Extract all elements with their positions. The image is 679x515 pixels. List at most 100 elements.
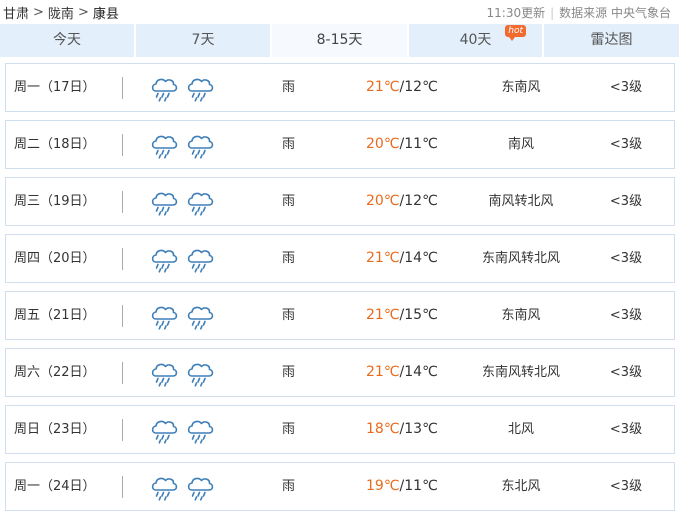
tab-label: 雷达图 bbox=[590, 32, 633, 48]
forecast-day: 周二（18日） bbox=[14, 137, 96, 152]
rain-icon bbox=[187, 420, 214, 444]
tab-40day[interactable]: 40天 hot bbox=[409, 24, 544, 57]
temperature: 21℃/15℃ bbox=[366, 292, 438, 339]
row-divider bbox=[122, 362, 123, 384]
hot-badge: hot bbox=[505, 25, 526, 41]
wind-level: <3级 bbox=[609, 365, 643, 380]
rain-icon bbox=[187, 78, 214, 102]
update-meta: 11:30更新 | 数据来源 中央气象台 bbox=[487, 4, 671, 21]
rain-icon bbox=[151, 420, 178, 444]
temp-high: 21℃ bbox=[366, 79, 400, 95]
forecast-day: 周四（20日） bbox=[14, 251, 96, 266]
temp-low: /15℃ bbox=[399, 307, 438, 323]
breadcrumb-city-link[interactable]: 陇南 bbox=[48, 7, 74, 22]
temperature: 18℃/13℃ bbox=[366, 406, 438, 453]
weather-icons bbox=[149, 187, 229, 217]
wind-direction: 东南风转北风 bbox=[481, 251, 560, 266]
rain-icon bbox=[151, 249, 178, 273]
data-source: 数据来源 中央气象台 bbox=[559, 6, 671, 20]
temp-low: /11℃ bbox=[399, 478, 438, 494]
row-divider bbox=[122, 191, 123, 213]
wind-direction: 南风 bbox=[507, 137, 534, 152]
temp-low: /13℃ bbox=[399, 421, 438, 437]
row-divider bbox=[122, 77, 123, 99]
weather-icons bbox=[149, 415, 229, 445]
wind-direction: 东南风 bbox=[501, 308, 541, 323]
rain-icon bbox=[151, 192, 178, 216]
forecast-row: 周三（19日） 雨 20℃/12℃ 南风转北风 <3级 bbox=[5, 177, 675, 226]
tab-8-15day[interactable]: 8-15天 bbox=[272, 24, 409, 57]
rain-icon bbox=[151, 135, 178, 159]
rain-icon bbox=[151, 363, 178, 387]
meta-divider: | bbox=[550, 6, 555, 20]
top-bar: 甘肃 > 陇南 > 康县 11:30更新 | 数据来源 中央气象台 bbox=[0, 0, 679, 24]
breadcrumb: 甘肃 > 陇南 > 康县 bbox=[3, 3, 119, 22]
temp-low: /14℃ bbox=[399, 364, 438, 380]
weather-icons bbox=[149, 301, 229, 331]
temp-high: 21℃ bbox=[366, 250, 400, 266]
wind-level: <3级 bbox=[609, 194, 643, 209]
temp-high: 19℃ bbox=[366, 478, 400, 494]
weather-condition: 雨 bbox=[282, 137, 296, 152]
rain-icon bbox=[187, 249, 214, 273]
forecast-day: 周一（24日） bbox=[14, 479, 96, 494]
rain-icon bbox=[151, 78, 178, 102]
tab-today[interactable]: 今天 bbox=[0, 24, 136, 57]
tab-radar[interactable]: 雷达图 bbox=[544, 24, 679, 57]
weather-icons bbox=[149, 130, 229, 160]
row-divider bbox=[122, 305, 123, 327]
weather-icons bbox=[149, 358, 229, 388]
weather-condition: 雨 bbox=[282, 422, 296, 437]
breadcrumb-county: 康县 bbox=[92, 7, 119, 22]
tab-7day[interactable]: 7天 bbox=[136, 24, 272, 57]
temperature: 21℃/12℃ bbox=[366, 64, 438, 111]
temperature: 19℃/11℃ bbox=[366, 463, 438, 510]
wind-level: <3级 bbox=[609, 137, 643, 152]
temp-low: /11℃ bbox=[399, 136, 438, 152]
temperature: 21℃/14℃ bbox=[366, 235, 438, 282]
weather-condition: 雨 bbox=[282, 479, 296, 494]
temp-high: 21℃ bbox=[366, 364, 400, 380]
rain-icon bbox=[187, 192, 214, 216]
forecast-row: 周一（24日） 雨 19℃/11℃ 东北风 <3级 bbox=[5, 462, 675, 511]
forecast-row: 周四（20日） 雨 21℃/14℃ 东南风转北风 <3级 bbox=[5, 234, 675, 283]
tab-label: 40天 bbox=[459, 32, 492, 48]
forecast-day: 周三（19日） bbox=[14, 194, 96, 209]
temperature: 20℃/12℃ bbox=[366, 178, 438, 225]
forecast-day: 周五（21日） bbox=[14, 308, 96, 323]
weather-icons bbox=[149, 472, 229, 502]
forecast-day: 周六（22日） bbox=[14, 365, 96, 380]
forecast-tabs: 今天 7天 8-15天 40天 hot 雷达图 bbox=[0, 24, 679, 57]
forecast-row: 周二（18日） 雨 20℃/11℃ 南风 <3级 bbox=[5, 120, 675, 169]
breadcrumb-separator: > bbox=[33, 5, 44, 20]
update-time: 11:30更新 bbox=[486, 6, 546, 20]
rain-icon bbox=[187, 477, 214, 501]
row-divider bbox=[122, 134, 123, 156]
weather-icons bbox=[149, 244, 229, 274]
tab-label: 今天 bbox=[53, 32, 81, 48]
row-divider bbox=[122, 248, 123, 270]
tab-label: 8-15天 bbox=[316, 32, 363, 48]
weather-condition: 雨 bbox=[282, 80, 296, 95]
weather-condition: 雨 bbox=[282, 308, 296, 323]
rain-icon bbox=[151, 306, 178, 330]
temp-high: 18℃ bbox=[366, 421, 400, 437]
wind-level: <3级 bbox=[609, 80, 643, 95]
row-divider bbox=[122, 476, 123, 498]
breadcrumb-province-link[interactable]: 甘肃 bbox=[3, 7, 29, 22]
wind-direction: 东南风 bbox=[501, 80, 541, 95]
wind-level: <3级 bbox=[609, 308, 643, 323]
tab-label: 7天 bbox=[191, 32, 215, 48]
wind-direction: 东北风 bbox=[501, 479, 541, 494]
temperature: 20℃/11℃ bbox=[366, 121, 438, 168]
temp-low: /14℃ bbox=[399, 250, 438, 266]
temperature: 21℃/14℃ bbox=[366, 349, 438, 396]
weather-condition: 雨 bbox=[282, 365, 296, 380]
forecast-day: 周一（17日） bbox=[14, 80, 96, 95]
rain-icon bbox=[187, 363, 214, 387]
row-divider bbox=[122, 419, 123, 441]
weather-icons bbox=[149, 73, 229, 103]
forecast-row: 周六（22日） 雨 21℃/14℃ 东南风转北风 <3级 bbox=[5, 348, 675, 397]
forecast-row: 周一（17日） 雨 21℃/12℃ 东南风 <3级 bbox=[5, 63, 675, 112]
rain-icon bbox=[187, 135, 214, 159]
